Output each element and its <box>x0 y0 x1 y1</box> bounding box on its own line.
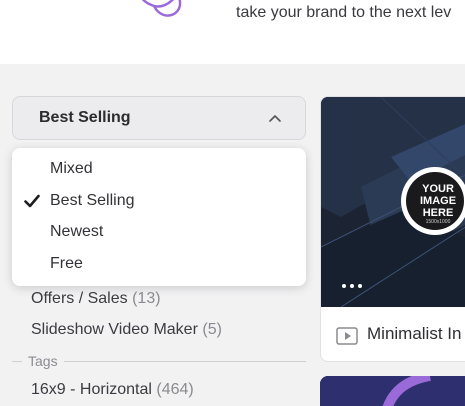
filter-label: Slideshow Video Maker <box>31 321 198 338</box>
sort-option-label: Mixed <box>50 160 93 177</box>
filter-category-offers-sales[interactable]: Offers / Sales (13) <box>31 290 161 308</box>
hero-tagline: take your brand to the next lev <box>236 4 452 21</box>
template-card[interactable]: YOUR IMAGE HERE 1500x1000 Minimalist In <box>320 96 465 362</box>
sort-option-best-selling[interactable]: Best Selling <box>12 186 306 216</box>
sort-option-label: Free <box>50 255 83 272</box>
template-card-title: Minimalist In <box>367 324 462 343</box>
filter-count: (464) <box>156 381 194 398</box>
video-play-icon <box>336 327 358 345</box>
filter-count: (13) <box>132 290 161 307</box>
badge-line: 1500x1000 <box>426 219 451 225</box>
sort-dropdown-menu: Mixed Best Selling Newest Free <box>12 148 306 286</box>
filter-count: (5) <box>202 321 222 338</box>
sort-option-label: Newest <box>50 223 104 240</box>
template-card-footer: Minimalist In <box>321 307 465 361</box>
badge-line: YOUR <box>422 183 454 195</box>
hero-band: take your brand to the next lev <box>0 0 465 64</box>
divider <box>12 361 22 362</box>
filter-label: 16x9 - Horizontal <box>31 381 152 398</box>
filter-label: Offers / Sales <box>31 290 128 307</box>
sort-option-label: Best Selling <box>50 192 135 209</box>
brand-illustration-icon <box>141 0 182 17</box>
sort-option-newest[interactable]: Newest <box>12 217 306 247</box>
sort-select[interactable]: Best Selling <box>12 96 306 140</box>
template-thumbnail[interactable]: YOUR IMAGE HERE 1500x1000 <box>321 97 465 307</box>
badge-line: IMAGE <box>420 195 456 207</box>
badge-line: HERE <box>423 207 454 219</box>
checkmark-icon <box>24 194 40 208</box>
chevron-up-icon <box>269 115 281 122</box>
thumbnail-graphic <box>320 376 465 406</box>
thumbnail-graphic: YOUR IMAGE HERE 1500x1000 <box>321 97 465 307</box>
divider <box>64 361 306 362</box>
sort-option-mixed[interactable]: Mixed <box>12 154 306 184</box>
sort-option-free[interactable]: Free <box>12 249 306 279</box>
more-dots-icon[interactable] <box>341 283 363 289</box>
tags-section-header: Tags <box>12 352 306 372</box>
template-card-next[interactable] <box>320 376 465 406</box>
filter-tag-16x9-horizontal[interactable]: 16x9 - Horizontal (464) <box>31 381 194 399</box>
tags-heading: Tags <box>28 353 58 369</box>
filter-category-slideshow-video-maker[interactable]: Slideshow Video Maker (5) <box>31 321 222 339</box>
sort-select-value: Best Selling <box>39 109 131 126</box>
